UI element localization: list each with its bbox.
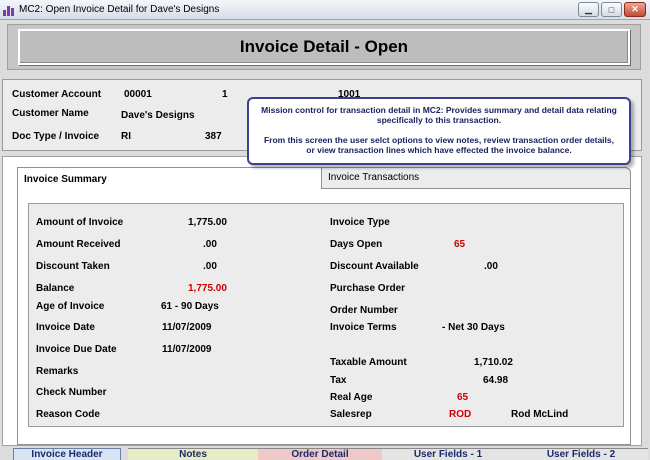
summary-label: Balance	[36, 283, 75, 294]
page-title: Invoice Detail - Open	[239, 37, 409, 56]
summary-label: Remarks	[36, 366, 79, 377]
summary-value: .00	[203, 261, 217, 272]
tab-user-fields-2[interactable]: User Fields - 2	[514, 448, 648, 460]
salesrep-name: Rod McLind	[511, 409, 569, 420]
summary-value: .00	[203, 239, 217, 250]
summary-label: Discount Taken	[36, 261, 110, 272]
order-number-label: Order Number	[330, 305, 398, 316]
summary-label: Reason Code	[36, 409, 100, 420]
customer-account-extra1: 1	[222, 89, 228, 100]
days-open-label: Days Open	[330, 239, 383, 250]
tab-area: Amount of Invoice 1,775.00 Amount Received…	[2, 156, 642, 446]
header-banner: Invoice Detail - Open	[7, 24, 641, 70]
tab-order-detail[interactable]: Order Detail	[258, 448, 382, 460]
summary-value: 61 - 90 Days	[161, 301, 219, 312]
tab-content: Amount of Invoice 1,775.00 Amount Received…	[17, 189, 631, 445]
maximize-button[interactable]: □	[601, 2, 622, 17]
invoice-type-label: Invoice Type	[330, 217, 390, 228]
tax-label: Tax	[330, 375, 347, 386]
summary-label: Invoice Date	[36, 322, 95, 333]
summary-label: Amount of Invoice	[36, 217, 124, 228]
invoice-summary-panel: Amount of Invoice 1,775.00 Amount Received…	[28, 203, 624, 427]
salesrep-code: ROD	[449, 409, 472, 420]
summary-value: 11/07/2009	[162, 322, 212, 333]
summary-label: Check Number	[36, 387, 107, 398]
tooltip-line-2: From this screen the user selct options …	[263, 135, 614, 155]
customer-name-value: Dave's Designs	[121, 110, 195, 121]
real-age-value: 65	[457, 392, 469, 403]
minimize-button[interactable]: ▁	[578, 2, 599, 17]
close-button[interactable]: ✕	[624, 2, 646, 17]
real-age-label: Real Age	[330, 392, 373, 403]
tab-user-fields-1[interactable]: User Fields - 1	[382, 448, 514, 460]
taxable-amount-value: 1,710.02	[474, 357, 513, 368]
doc-type-label: Doc Type / Invoice	[12, 131, 100, 142]
summary-label: Age of Invoice	[36, 301, 105, 312]
discount-available-label: Discount Available	[330, 261, 419, 272]
summary-value: 1,775.00	[188, 283, 227, 294]
window-title: MC2: Open Invoice Detail for Dave's Desi…	[19, 4, 220, 15]
summary-label: Invoice Due Date	[36, 344, 117, 355]
taxable-amount-label: Taxable Amount	[330, 357, 407, 368]
summary-value: 11/07/2009	[162, 344, 212, 355]
tab-invoice-transactions[interactable]: Invoice Transactions	[321, 167, 631, 189]
salesrep-label: Salesrep	[330, 409, 372, 420]
app-icon	[3, 4, 15, 16]
doc-type-value: RI	[121, 131, 131, 142]
bottom-tabs: Invoice Header Notes Order Detail User F…	[0, 446, 650, 460]
invoice-terms-value: - Net 30 Days	[442, 322, 505, 333]
help-tooltip: Mission control for transaction detail i…	[247, 97, 631, 165]
summary-label: Amount Received	[36, 239, 121, 250]
tax-value: 64.98	[483, 375, 509, 386]
tooltip-line-1: Mission control for transaction detail i…	[261, 105, 617, 125]
customer-name-label: Customer Name	[12, 108, 89, 119]
summary-value: 1,775.00	[188, 217, 227, 228]
invoice-terms-label: Invoice Terms	[330, 322, 397, 333]
discount-available-value: .00	[484, 261, 498, 272]
days-open-value: 65	[454, 239, 466, 250]
tab-invoice-summary[interactable]: Invoice Summary	[17, 167, 323, 189]
invoice-number-value: 387	[205, 131, 222, 142]
purchase-order-label: Purchase Order	[330, 283, 406, 294]
customer-account-label: Customer Account	[12, 89, 102, 100]
title-bar: MC2: Open Invoice Detail for Dave's Desi…	[0, 0, 650, 20]
tab-invoice-header[interactable]: Invoice Header	[13, 448, 121, 460]
tab-notes[interactable]: Notes	[128, 448, 258, 460]
customer-account-value: 00001	[124, 89, 152, 100]
